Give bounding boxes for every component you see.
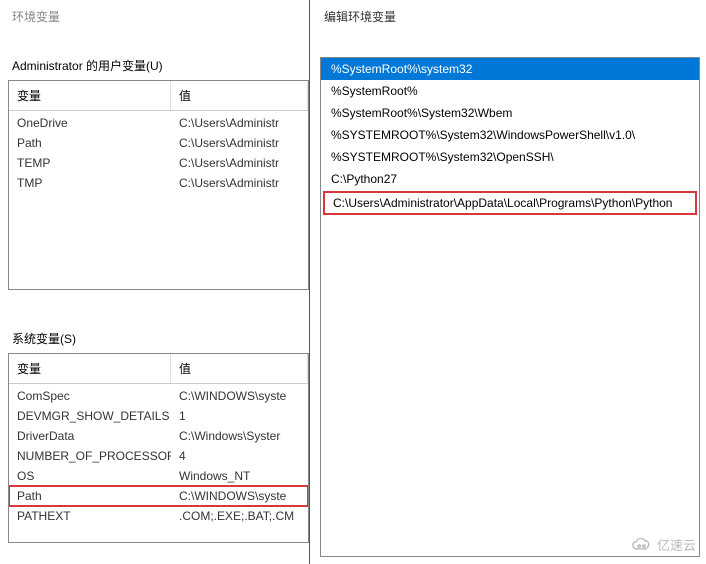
var-name: ComSpec [9,389,171,403]
col-name-header: 变量 [9,81,171,110]
table-row[interactable]: DriverDataC:\Windows\Syster [9,426,308,446]
var-value: C:\Windows\Syster [171,429,308,443]
var-value: C:\Users\Administr [171,136,308,150]
table-header: 变量 值 [9,354,308,384]
user-vars-label: Administrator 的用户变量(U) [8,57,309,74]
highlighted-path-box: C:\Users\Administrator\AppData\Local\Pro… [323,191,697,215]
table-row[interactable]: OneDriveC:\Users\Administr [9,113,308,133]
var-name: TEMP [9,156,171,170]
var-name: TMP [9,176,171,190]
var-name: PATHEXT [9,509,171,523]
var-value: C:\WINDOWS\syste [171,389,308,403]
path-entry[interactable]: %SystemRoot% [321,80,699,102]
sys-vars-table[interactable]: 变量 值 ComSpecC:\WINDOWS\systeDEVMGR_SHOW_… [8,353,309,543]
table-row[interactable]: NUMBER_OF_PROCESSORS4 [9,446,308,466]
var-name: NUMBER_OF_PROCESSORS [9,449,171,463]
path-entry[interactable]: %SystemRoot%\System32\Wbem [321,102,699,124]
var-name: Path [9,489,171,503]
table-row[interactable]: OSWindows_NT [9,466,308,486]
dialog-title-right: 编辑环境变量 [320,8,700,25]
path-entry[interactable]: %SYSTEMROOT%\System32\WindowsPowerShell\… [321,124,699,146]
table-header: 变量 值 [9,81,308,111]
var-value: .COM;.EXE;.BAT;.CM [171,509,308,523]
var-name: OneDrive [9,116,171,130]
table-row[interactable]: TEMPC:\Users\Administr [9,153,308,173]
table-row[interactable]: DEVMGR_SHOW_DETAILS1 [9,406,308,426]
path-entry[interactable]: %SystemRoot%\system32 [321,58,699,80]
path-entry[interactable]: %SYSTEMROOT%\System32\OpenSSH\ [321,146,699,168]
var-value: Windows_NT [171,469,308,483]
cloud-icon [631,537,653,553]
edit-environment-variable-dialog: 编辑环境变量 %SystemRoot%\system32%SystemRoot%… [310,0,706,564]
user-vars-body: OneDriveC:\Users\AdministrPathC:\Users\A… [9,111,308,195]
watermark: 亿速云 [631,535,696,554]
col-value-header: 值 [171,81,308,110]
sys-vars-label: 系统变量(S) [8,330,309,347]
table-row[interactable]: ComSpecC:\WINDOWS\syste [9,386,308,406]
sys-vars-body: ComSpecC:\WINDOWS\systeDEVMGR_SHOW_DETAI… [9,384,308,528]
table-row[interactable]: TMPC:\Users\Administr [9,173,308,193]
environment-variables-dialog: 环境变量 Administrator 的用户变量(U) 变量 值 OneDriv… [0,0,310,564]
table-row[interactable]: PathC:\WINDOWS\syste [9,486,308,506]
path-entry[interactable]: C:\Python27 [321,168,699,190]
watermark-text: 亿速云 [657,535,696,554]
table-row[interactable]: PathC:\Users\Administr [9,133,308,153]
var-name: DriverData [9,429,171,443]
var-value: C:\WINDOWS\syste [171,489,308,503]
col-value-header: 值 [171,354,308,383]
var-name: OS [9,469,171,483]
path-entries-list[interactable]: %SystemRoot%\system32%SystemRoot%%System… [320,57,700,557]
col-name-header: 变量 [9,354,171,383]
dialog-title-left: 环境变量 [8,8,309,25]
var-value: 4 [171,449,308,463]
var-value: C:\Users\Administr [171,156,308,170]
path-entry[interactable]: C:\Users\Administrator\AppData\Local\Pro… [325,193,695,213]
var-value: C:\Users\Administr [171,116,308,130]
var-value: 1 [171,409,308,423]
table-row[interactable]: PATHEXT.COM;.EXE;.BAT;.CM [9,506,308,526]
var-name: DEVMGR_SHOW_DETAILS [9,409,171,423]
var-name: Path [9,136,171,150]
user-vars-table[interactable]: 变量 值 OneDriveC:\Users\AdministrPathC:\Us… [8,80,309,290]
var-value: C:\Users\Administr [171,176,308,190]
